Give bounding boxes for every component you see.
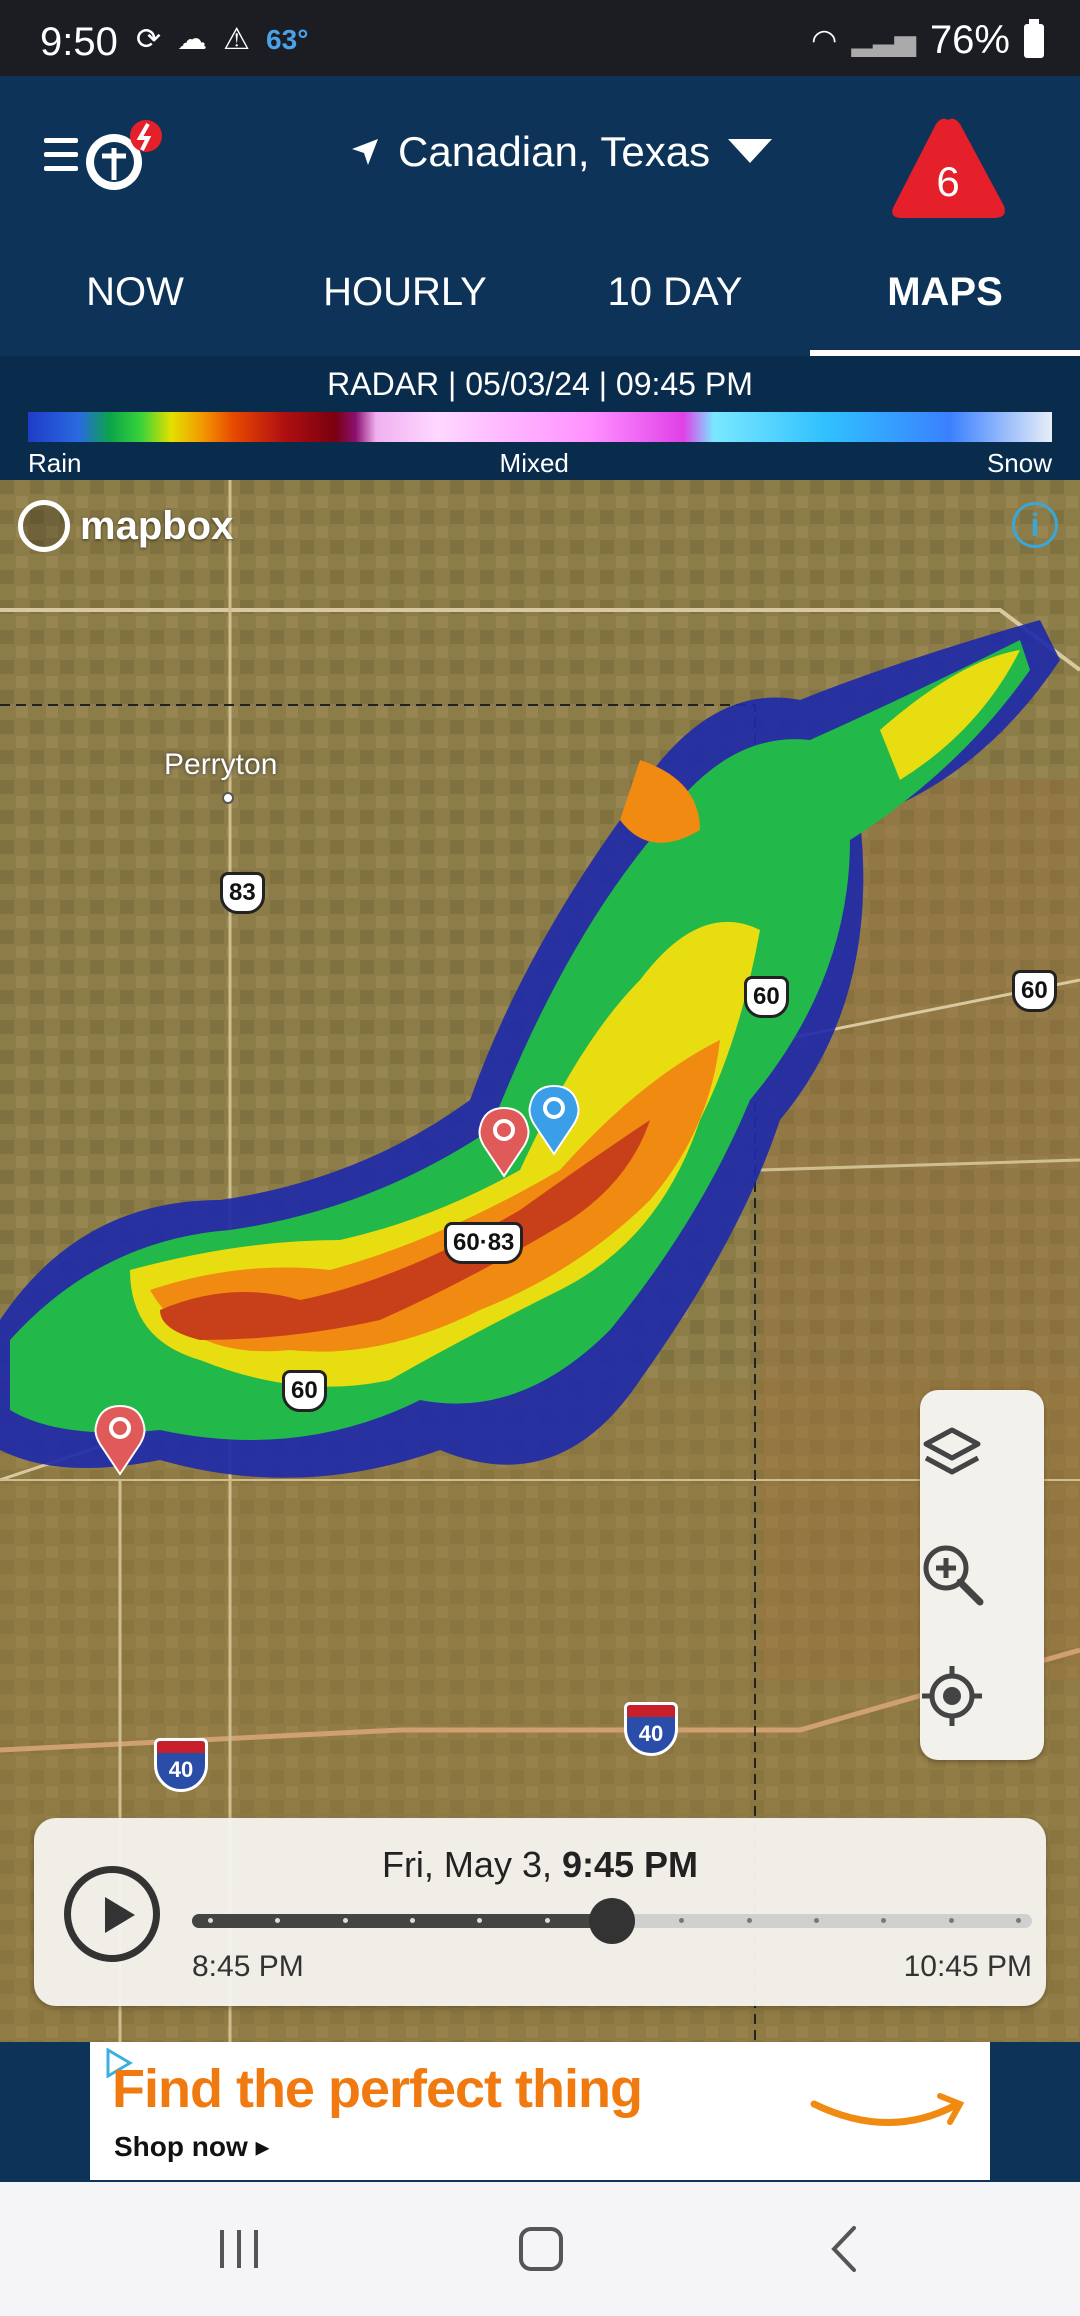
highway-shield-60-83: 60·83 (444, 1222, 524, 1264)
timeline-tick (275, 1918, 280, 1923)
recent-apps-icon[interactable] (214, 2224, 264, 2274)
tab-now[interactable]: NOW (0, 262, 270, 356)
timeline-tick (949, 1918, 954, 1923)
alerts-button[interactable]: 6 (886, 114, 1010, 224)
tab-hourly[interactable]: HOURLY (270, 262, 540, 356)
timeline-start-time: 8:45 PM (192, 1950, 304, 1983)
radar-map[interactable]: mapbox i Perryton 83 60 60 60·83 60 40 4… (0, 480, 1080, 2042)
home-icon[interactable] (516, 2224, 566, 2274)
timeline-tick (410, 1918, 415, 1923)
timeline-tick (343, 1918, 348, 1923)
timeline-time: 9:45 PM (561, 1844, 699, 1885)
status-temperature: 63° (266, 23, 309, 55)
wifi-icon: ◠ (811, 24, 838, 57)
alert-count: 6 (936, 158, 960, 205)
map-pin-blue[interactable] (528, 1084, 580, 1156)
layers-icon[interactable] (920, 1422, 984, 1486)
map-terrain (0, 480, 1080, 2042)
radar-timeline: Fri, May 3, 9:45 PM 8:45 PM 10:45 PM (34, 1818, 1046, 2006)
system-nav-bar (0, 2182, 1080, 2316)
timeline-tick (679, 1918, 684, 1923)
timeline-tick (1016, 1918, 1021, 1923)
interstate-shield-40-east: 40 (624, 1702, 678, 1756)
timeline-current-time: Fri, May 3, 9:45 PM (34, 1844, 1046, 1886)
timeline-date: Fri, May 3, (381, 1844, 552, 1885)
timeline-tick (545, 1918, 550, 1923)
map-pin-red[interactable] (478, 1106, 530, 1178)
legend-label-mixed: Mixed (499, 448, 569, 478)
location-name: Canadian, Texas (398, 128, 711, 175)
mapbox-attribution[interactable]: mapbox (18, 500, 233, 552)
timeline-tick (814, 1918, 819, 1923)
location-selector[interactable]: Canadian, Texas (350, 128, 773, 176)
precip-color-scale (28, 412, 1052, 442)
mapbox-logo-icon (18, 500, 70, 552)
amazon-smile-icon (810, 2093, 965, 2126)
highway-shield-60-east: 60 (1012, 970, 1057, 1012)
back-icon[interactable] (824, 2224, 864, 2274)
battery-percent: 76% (929, 18, 1010, 62)
highway-shield-60-west: 60 (282, 1370, 327, 1412)
timeline-slider[interactable] (192, 1898, 1032, 1944)
city-label-perryton: Perryton (164, 748, 278, 781)
sync-icon: ⟳ (136, 23, 162, 56)
tab-10-day[interactable]: 10 DAY (540, 262, 810, 356)
ad-headline: Find the perfect thing (112, 2059, 643, 2119)
warning-icon: ⚠ (223, 23, 251, 56)
legend-labels: Rain Mixed Snow (28, 448, 1052, 479)
app-header: Canadian, Texas 6 NOW HOURLY 10 DAY MAPS (0, 76, 1080, 356)
highway-shield-83: 83 (220, 872, 265, 914)
interstate-shield-40: 40 (154, 1738, 208, 1792)
ad-cta: Shop now ▸ (114, 2131, 270, 2162)
legend-label-rain: Rain (28, 448, 82, 478)
radar-legend: RADAR | 05/03/24 | 09:45 PM Rain Mixed S… (0, 356, 1080, 480)
menu-icon[interactable] (44, 138, 78, 180)
city-dot (222, 792, 234, 804)
zoom-in-icon[interactable] (920, 1542, 984, 1606)
highway-shield-60: 60 (744, 976, 789, 1018)
app-logo-icon (86, 120, 162, 190)
ad-banner[interactable]: Find the perfect thing Shop now ▸ (90, 2042, 990, 2180)
status-right: ◠ ▂▃▅ 76% (811, 18, 1044, 63)
timeline-tick (208, 1918, 213, 1923)
map-controls (920, 1390, 1044, 1760)
map-pin-red-west[interactable] (94, 1404, 146, 1476)
radar-timestamp: RADAR | 05/03/24 | 09:45 PM (327, 366, 753, 402)
tab-maps[interactable]: MAPS (810, 262, 1080, 356)
recenter-location-icon[interactable] (920, 1664, 984, 1728)
legend-label-snow: Snow (986, 448, 1052, 478)
status-icons: ⟳ ☁ ⚠ 63° (136, 22, 308, 57)
timeline-tick (881, 1918, 886, 1923)
tab-bar: NOW HOURLY 10 DAY MAPS (0, 262, 1080, 356)
info-icon[interactable]: i (1012, 502, 1058, 548)
timeline-tick (477, 1918, 482, 1923)
signal-icon: ▂▃▅ (851, 25, 916, 56)
weather-cloud-icon: ☁ (177, 23, 208, 56)
status-bar: 9:50 ⟳ ☁ ⚠ 63° ◠ ▂▃▅ 76% (0, 0, 1080, 76)
timeline-end-time: 10:45 PM (903, 1950, 1032, 1983)
timeline-tick (747, 1918, 752, 1923)
timeline-slider-thumb[interactable] (589, 1898, 635, 1944)
battery-icon (1024, 18, 1044, 58)
location-arrow-icon (352, 139, 378, 165)
status-time: 9:50 (40, 20, 118, 64)
chevron-down-icon (728, 139, 773, 163)
